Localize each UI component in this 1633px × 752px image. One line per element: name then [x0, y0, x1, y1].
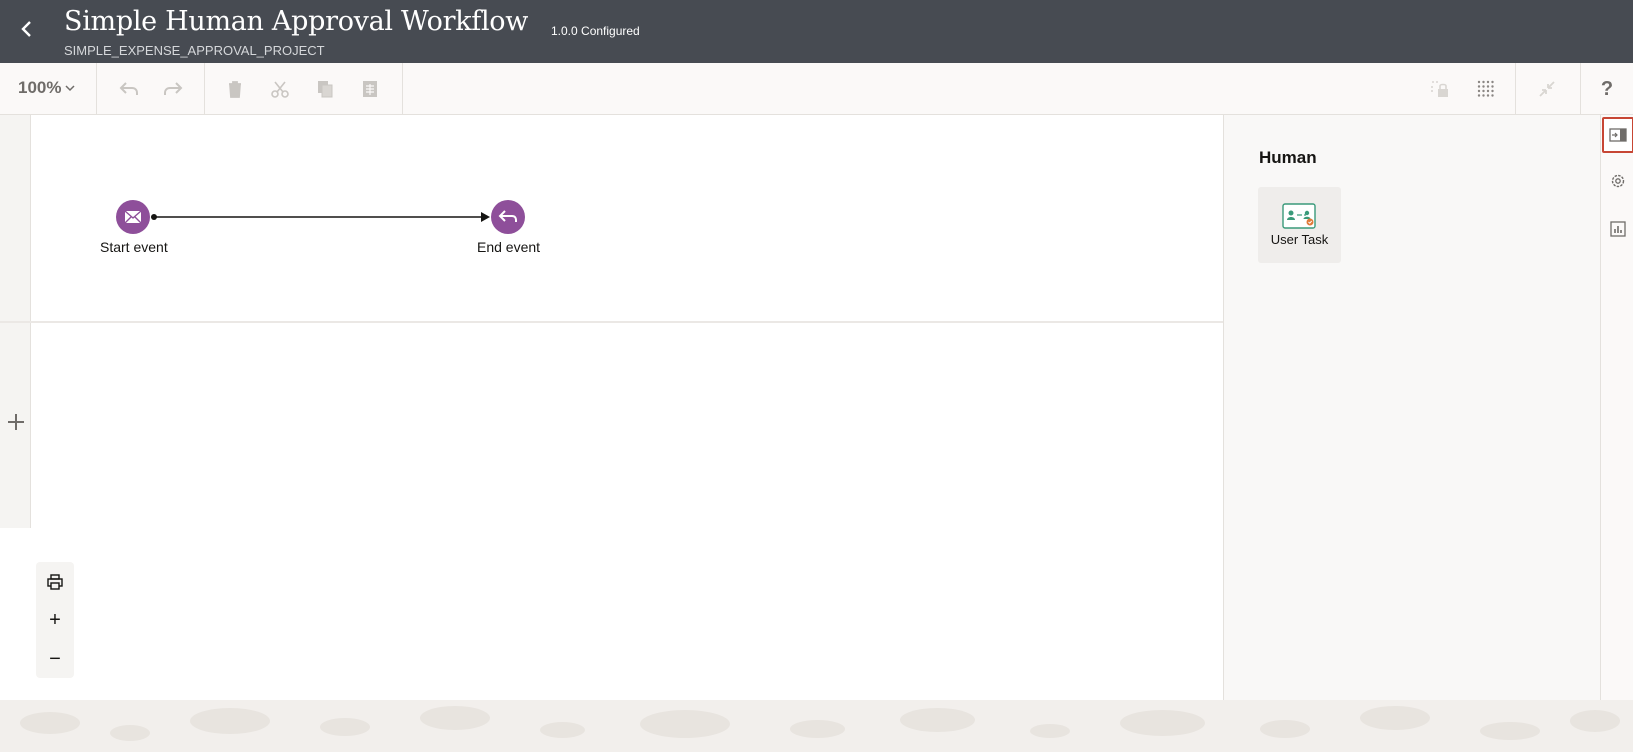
app-header: Simple Human Approval Workflow SIMPLE_EX… — [0, 0, 1633, 63]
grid-icon — [1477, 80, 1494, 97]
process-canvas[interactable]: Start event End event + − — [0, 115, 1223, 700]
palette-toggle-button[interactable] — [1602, 117, 1633, 153]
delete-button[interactable] — [222, 77, 248, 101]
return-arrow-icon — [498, 210, 517, 222]
palette-item-label: User Task — [1270, 232, 1329, 247]
undo-button[interactable] — [116, 77, 142, 101]
project-name: SIMPLE_EXPENSE_APPROVAL_PROJECT — [64, 43, 325, 58]
redo-button[interactable] — [160, 77, 186, 101]
palette-section-heading: Human — [1259, 148, 1317, 167]
page-title: Simple Human Approval Workflow — [64, 6, 529, 37]
toolbar-divider — [402, 63, 403, 115]
settings-icon — [1611, 174, 1625, 188]
end-event[interactable] — [491, 200, 525, 234]
user-task-icon — [1282, 203, 1316, 229]
lock-icon — [1431, 81, 1448, 97]
chart-icon — [1610, 221, 1626, 237]
printer-icon — [47, 574, 63, 590]
envelope-icon — [124, 210, 142, 224]
toolbar-divider — [204, 63, 205, 115]
paste-button[interactable] — [357, 77, 383, 101]
lane-divider — [0, 321, 1223, 323]
toolbar-divider — [96, 63, 97, 115]
chevron-left-icon — [21, 21, 31, 37]
cut-button[interactable] — [267, 77, 293, 101]
settings-button[interactable] — [1604, 167, 1632, 195]
add-lane-button[interactable] — [3, 409, 29, 435]
page-background — [0, 700, 1633, 752]
toolbar-divider — [1515, 63, 1516, 115]
palette-item-user-task[interactable]: User Task — [1258, 187, 1341, 263]
palette-toggle-icon — [1609, 128, 1627, 142]
paste-icon — [363, 81, 377, 97]
copy-icon — [318, 81, 333, 98]
toolbar-divider — [1580, 63, 1581, 115]
analytics-button[interactable] — [1604, 215, 1632, 243]
copy-button[interactable] — [312, 77, 338, 101]
zoom-out-button[interactable]: − — [43, 647, 67, 671]
collapse-icon — [1539, 81, 1555, 97]
redo-icon — [164, 82, 183, 95]
component-palette: Human User Task — [1223, 115, 1600, 700]
start-event[interactable] — [116, 200, 150, 234]
delete-icon — [229, 81, 241, 98]
grid-button[interactable] — [1473, 77, 1499, 101]
back-button[interactable] — [14, 16, 40, 42]
toolbar: 100% ? — [0, 63, 1633, 115]
print-button[interactable] — [43, 570, 67, 594]
cut-icon — [271, 81, 289, 98]
zoom-in-button[interactable]: + — [43, 608, 67, 632]
plus-icon — [8, 414, 24, 430]
start-event-label: Start event — [100, 239, 168, 255]
zoom-value: 100% — [18, 78, 62, 97]
lock-button[interactable] — [1427, 77, 1453, 101]
chevron-down-icon — [65, 85, 76, 92]
side-panel-rail — [1600, 115, 1633, 700]
version-status: 1.0.0 Configured — [551, 24, 640, 38]
end-event-label: End event — [477, 239, 541, 255]
help-button[interactable]: ? — [1594, 77, 1620, 101]
collapse-button[interactable] — [1534, 77, 1560, 101]
undo-icon — [119, 82, 138, 95]
canvas-zoom-controls: + − — [36, 562, 74, 678]
zoom-dropdown[interactable]: 100% — [18, 78, 76, 98]
